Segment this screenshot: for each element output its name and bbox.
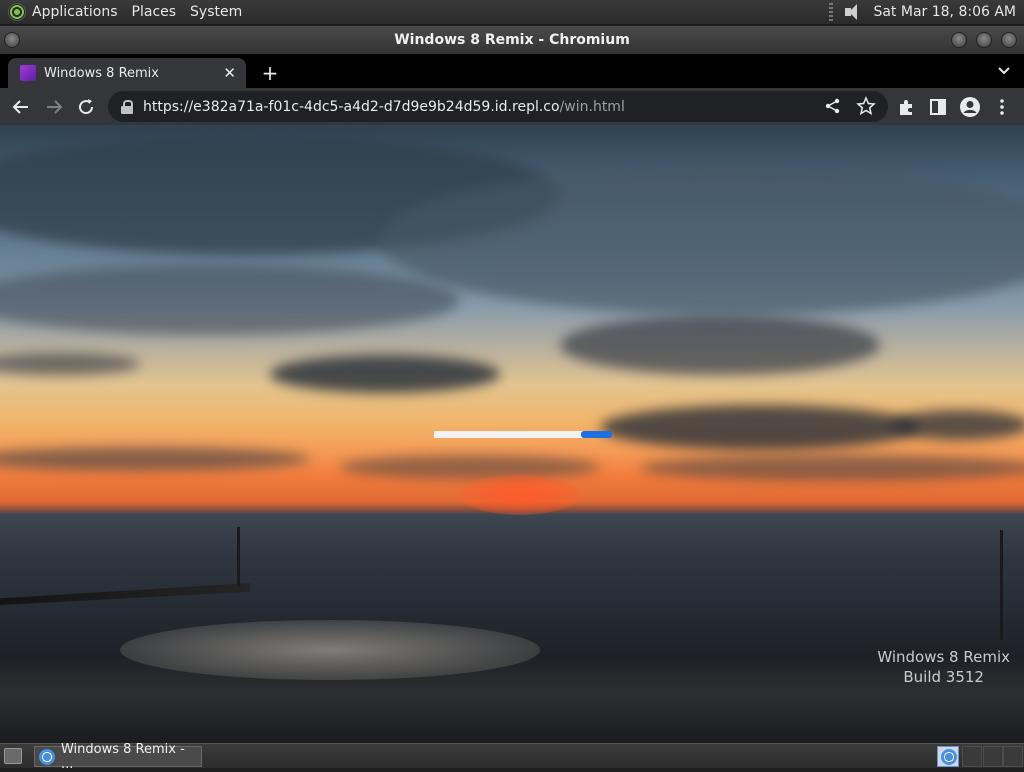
tab-close-icon[interactable]: ✕ — [223, 64, 236, 82]
tab-title: Windows 8 Remix — [44, 65, 159, 81]
cloud — [340, 455, 600, 479]
pier — [0, 583, 250, 605]
bottom-taskbar: Windows 8 Remix - ... — [0, 742, 1024, 772]
sun-glow — [460, 475, 580, 515]
chromium-tray-icon — [941, 749, 957, 765]
taskbar-window-button[interactable]: Windows 8 Remix - ... — [34, 742, 202, 772]
url-path: /win.html — [559, 98, 625, 115]
volume-icon[interactable] — [843, 3, 863, 21]
distro-logo-icon[interactable] — [8, 3, 26, 21]
workspace-1[interactable] — [962, 746, 982, 767]
build-watermark: Windows 8 Remix Build 3512 — [877, 647, 1010, 687]
cloud — [0, 353, 140, 375]
tray-chromium-button[interactable] — [937, 746, 959, 767]
tab-windows-8-remix[interactable]: Windows 8 Remix ✕ — [8, 58, 246, 88]
cloud — [0, 265, 460, 335]
profile-avatar-icon[interactable] — [959, 96, 981, 118]
extensions-puzzle-icon[interactable] — [895, 96, 917, 118]
loading-bar — [434, 431, 612, 438]
maximize-button[interactable] — [976, 32, 992, 48]
windows-logo-icon — [20, 65, 36, 81]
watermark-title: Windows 8 Remix — [877, 648, 1010, 666]
cloud — [890, 410, 1024, 440]
window-titlebar[interactable]: Windows 8 Remix - Chromium — [0, 26, 1024, 54]
loading-bar-indicator — [581, 431, 612, 438]
back-arrow-icon[interactable] — [10, 96, 32, 118]
pier-post — [237, 527, 240, 587]
sea-reflection — [120, 620, 540, 680]
forward-arrow-icon[interactable] — [43, 96, 65, 118]
cloud — [640, 455, 1024, 481]
menu-applications[interactable]: Applications — [32, 4, 118, 20]
clock[interactable]: Sat Mar 18, 8:06 AM — [873, 4, 1016, 20]
chevron-down-icon[interactable] — [996, 62, 1012, 78]
taskbar-window-label: Windows 8 Remix - ... — [60, 741, 185, 772]
window-menu-button[interactable] — [4, 32, 20, 48]
cloud — [270, 355, 500, 393]
browser-toolbar: https://e382a71a-f01c-4dc5-a4d2-d7d9e9b2… — [0, 88, 1024, 125]
share-icon[interactable] — [823, 96, 843, 116]
tab-strip: Windows 8 Remix ✕ + — [0, 54, 1024, 88]
workspace-3[interactable] — [1003, 746, 1023, 767]
watermark-build: Build 3512 — [903, 668, 984, 686]
close-window-button[interactable] — [1001, 32, 1017, 48]
window-title: Windows 8 Remix - Chromium — [394, 32, 630, 48]
address-bar[interactable]: https://e382a71a-f01c-4dc5-a4d2-d7d9e9b2… — [108, 91, 888, 122]
lock-icon[interactable] — [121, 99, 133, 114]
side-panel-icon[interactable] — [927, 96, 949, 118]
cloud — [560, 315, 880, 375]
show-desktop-icon[interactable] — [4, 748, 22, 764]
menu-system[interactable]: System — [190, 4, 242, 20]
new-tab-button[interactable]: + — [260, 61, 280, 85]
cloud — [600, 405, 920, 450]
groyne-post — [1000, 530, 1003, 640]
kebab-menu-icon[interactable] — [991, 96, 1013, 118]
minimize-button[interactable] — [951, 32, 967, 48]
reload-icon[interactable] — [75, 96, 97, 118]
top-panel: Applications Places System Sat Mar 18, 8… — [0, 0, 1024, 25]
chromium-icon — [39, 748, 55, 765]
cloud — [0, 447, 310, 471]
bookmark-star-icon[interactable] — [856, 96, 876, 116]
menu-places[interactable]: Places — [132, 4, 177, 20]
panel-grip — [829, 3, 834, 21]
cloud — [380, 165, 1024, 315]
workspace-2[interactable] — [983, 746, 1003, 767]
page-viewport[interactable]: Windows 8 Remix Build 3512 — [0, 125, 1024, 743]
url-host: https://e382a71a-f01c-4dc5-a4d2-d7d9e9b2… — [143, 98, 560, 115]
